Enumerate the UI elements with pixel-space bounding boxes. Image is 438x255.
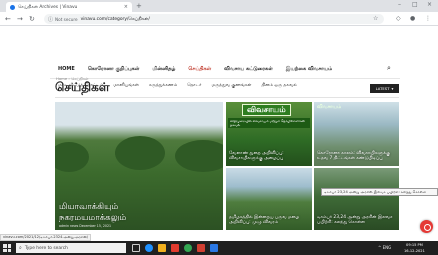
minimize-button[interactable]: – xyxy=(398,1,401,9)
browser-tab[interactable]: செய்திகள் Archives | Vinavu × xyxy=(6,2,132,12)
article-title[interactable]: வேளாண் துறை அறிவிப்பு: விவசாயிகளுக்கு அழ… xyxy=(229,151,309,162)
nav-item-home[interactable]: HOME xyxy=(58,66,75,72)
reload-button[interactable]: ↻ xyxy=(29,15,35,23)
nav-item-organic-farming[interactable]: இயற்கை விவசாயம் xyxy=(286,66,332,72)
taskbar-search-input[interactable]: ⌕ Type here to search xyxy=(16,243,126,253)
article-title[interactable]: டிசம்பர் 23,24 அன்று அரசின் இலவச பயிற்சி… xyxy=(317,215,397,226)
close-window-button[interactable]: × xyxy=(427,1,432,9)
nav-item-series[interactable]: தொடர் xyxy=(187,82,201,88)
nav-item-subsidies[interactable]: மானியங்கள் xyxy=(113,82,138,88)
link-status-bar: vinavu.com/2021/12/டிசம்பர்-2324-அன்று-அ… xyxy=(0,234,92,241)
featured-title-line-1: மியாவாக்கியும் xyxy=(59,202,119,212)
nav-item-daily-info[interactable]: தினம் ஒரு தகவல் xyxy=(261,82,296,88)
article-card[interactable]: தமிழகத்தில் இன்றைய பருவ மழை அறிவிப்பு: ம… xyxy=(226,168,312,230)
taskbar-search-placeholder: Type here to search xyxy=(24,245,68,251)
nav-item-opinion[interactable]: கருத்துக்கணம் xyxy=(149,82,177,88)
nav-item-emagazine[interactable]: மின்னிதழ் xyxy=(152,66,175,72)
nav-divider xyxy=(50,78,400,79)
search-icon[interactable]: ⌕ xyxy=(387,64,391,73)
profile-avatar-icon[interactable]: ● xyxy=(410,15,415,23)
app-icon[interactable] xyxy=(197,244,205,252)
category-tag: விவசாயம் xyxy=(317,104,342,110)
not-secure-label: Not secure xyxy=(55,16,78,22)
edge-browser-icon[interactable] xyxy=(145,244,153,252)
tree-shape xyxy=(115,136,165,170)
system-tray[interactable]: ^ ENG xyxy=(378,245,391,251)
app-icon[interactable] xyxy=(210,244,218,252)
article-title[interactable]: கொரோனா காலம்: விவசாயிகளுக்கு உதவ 7 திட்ட… xyxy=(317,151,397,162)
banner-subtext: விதிமுறையில் விவசாயம் மற்றும் தொழிலாளர்க… xyxy=(228,118,310,128)
bookmark-star-icon[interactable]: ☆ xyxy=(373,15,378,22)
maximize-button[interactable]: □ xyxy=(412,1,418,9)
featured-article-title[interactable]: மியாவாக்கியும் நகரமயமாக்கலும் xyxy=(59,202,126,224)
sort-dropdown[interactable]: LATEST ▾ xyxy=(370,84,399,93)
notification-bell-button[interactable] xyxy=(420,220,433,233)
tree-shape xyxy=(175,140,223,172)
forward-button[interactable]: → xyxy=(17,15,23,23)
search-icon: ⌕ xyxy=(19,245,22,251)
windows-start-icon[interactable] xyxy=(3,244,11,252)
tab-title: செய்திகள் Archives | Vinavu xyxy=(18,5,78,10)
featured-article-card[interactable]: மியாவாக்கியும் நகரமயமாக்கலும் admin news… xyxy=(55,102,223,230)
url-text: vinavu.com/category/செய்திகள்/ xyxy=(80,17,150,22)
extensions-icon[interactable]: ◇ xyxy=(396,15,401,23)
not-secure-icon[interactable]: ⓘ xyxy=(48,16,53,23)
chevron-down-icon: ▾ xyxy=(391,86,394,91)
taskbar: ⌕ Type here to search ^ ENG 09:15 PM 16-… xyxy=(0,241,438,255)
title-divider xyxy=(55,97,399,98)
link-tooltip: டிசம்பர் 23,24 அன்று அரசின் இலவச பயிற்சி… xyxy=(321,188,438,196)
site-favicon-icon xyxy=(10,4,15,10)
nav-item-news[interactable]: செய்திகள் xyxy=(188,66,211,72)
nav-item-corona[interactable]: கொரோனா குறிப்புகள் xyxy=(88,66,140,72)
nav-item-agri-articles[interactable]: விவசாய கட்டுரைகள் xyxy=(224,66,273,72)
article-card[interactable]: விவசாயம் விதிமுறையில் விவசாயம் மற்றும் த… xyxy=(226,102,312,166)
new-tab-button[interactable]: + xyxy=(136,2,142,10)
nav-item-medicinal[interactable]: மருத்துவ குணங்கள் xyxy=(212,82,252,88)
file-explorer-icon[interactable] xyxy=(158,244,166,252)
clock-date: 16-12-2021 xyxy=(404,249,425,253)
primary-nav: HOME கொரோனா குறிப்புகள் மின்னிதழ் செய்தி… xyxy=(58,66,332,72)
featured-title-line-2: நகரமயமாக்கலும் xyxy=(59,213,127,223)
address-bar-row: ← → ↻ ⓘ Not secure vinavu.com/category/ச… xyxy=(0,12,438,26)
category-banner: விவசாயம் xyxy=(242,104,291,116)
browser-menu-icon[interactable]: ⋮ xyxy=(425,15,431,23)
task-view-icon[interactable] xyxy=(132,244,140,252)
article-card[interactable]: டிசம்பர் 23,24 அன்று அரசின் இலவச பயிற்சி… xyxy=(314,168,399,230)
media-app-icon[interactable] xyxy=(171,244,179,252)
chrome-icon[interactable] xyxy=(184,244,192,252)
tree-shape xyxy=(55,142,89,172)
article-card[interactable]: விவசாயம் கொரோனா காலம்: விவசாயிகளுக்கு உத… xyxy=(314,102,399,166)
featured-article-meta: admin news December 15, 2021 xyxy=(59,224,111,228)
browser-tab-strip: செய்திகள் Archives | Vinavu × + – □ × xyxy=(0,0,438,12)
tab-close-icon[interactable]: × xyxy=(124,4,128,10)
sort-label: LATEST xyxy=(375,86,390,91)
page-title: செய்திகள் xyxy=(55,80,110,94)
back-button[interactable]: ← xyxy=(5,15,11,23)
article-title[interactable]: தமிழகத்தில் இன்றைய பருவ மழை அறிவிப்பு: ம… xyxy=(229,215,309,226)
taskbar-clock[interactable]: 09:15 PM 16-12-2021 xyxy=(404,242,425,254)
url-input[interactable]: ⓘ Not secure vinavu.com/category/செய்திக… xyxy=(44,14,384,24)
